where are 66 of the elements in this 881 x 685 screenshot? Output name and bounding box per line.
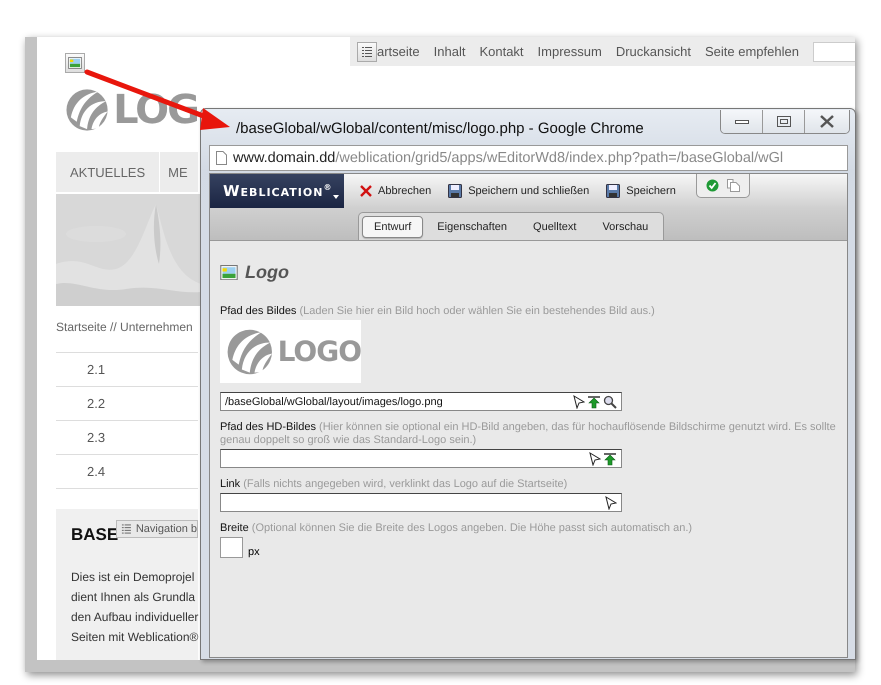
pointer-icon[interactable] <box>605 496 617 510</box>
path-field[interactable] <box>220 449 622 468</box>
tab[interactable]: Eigenschaften <box>425 216 520 238</box>
window-title: /baseGlobal/wGlobal/content/misc/logo.php - Google Chrome <box>236 120 644 136</box>
upload-icon[interactable] <box>587 394 601 408</box>
nav-link[interactable]: Druckansicht <box>616 44 691 59</box>
nav-link[interactable]: Seite empfehlen <box>704 44 799 59</box>
tab[interactable]: Entwurf <box>362 216 424 238</box>
close-icon <box>360 185 372 197</box>
logo-icon <box>226 328 274 376</box>
caret-icon <box>333 195 340 199</box>
minimize-icon <box>734 120 748 124</box>
pointer-icon[interactable] <box>573 394 585 408</box>
main-nav-item[interactable]: ME <box>168 152 188 192</box>
paragraph-line: dient Ihnen als Grundla <box>71 589 196 606</box>
close-icon <box>819 115 835 128</box>
width-field[interactable] <box>220 537 243 558</box>
save-button[interactable]: Speichern <box>606 184 676 198</box>
main-nav-item[interactable]: AKTUELLES <box>56 152 160 192</box>
box-heading: BASE <box>71 525 118 545</box>
maximize-icon <box>776 116 790 127</box>
cancel-button[interactable]: Abbrechen <box>360 185 432 197</box>
page-icon <box>216 151 227 165</box>
list-icon <box>121 523 132 535</box>
editor-heading: Logo <box>245 262 289 283</box>
nav-link[interactable]: artseite <box>377 44 420 59</box>
list-item[interactable]: 2.2 <box>56 396 106 411</box>
field-label: Breite (Optional können Sie die Breite des Logos angeben. Die Höhe passt sich automatisch an.) <box>220 522 694 535</box>
list-button[interactable] <box>357 42 377 62</box>
image-icon <box>68 57 82 69</box>
navigation-tooltip-button[interactable]: Navigation b <box>116 520 198 538</box>
url-text: www.domain.dd/weblication/grid5/apps/wEditorWd8/index.php?path=/baseGlobal/wGl <box>233 150 784 166</box>
unit-label: px <box>248 546 260 558</box>
brand-logo[interactable]: Weblication$^{®}$ <box>210 174 344 208</box>
check-icon[interactable] <box>706 179 719 192</box>
upload-icon[interactable] <box>603 452 617 466</box>
save-button[interactable]: Speichern und schließen <box>448 184 590 198</box>
search-field[interactable] <box>812 42 855 62</box>
paragraph-line: Seiten mit Weblication® <box>71 629 198 646</box>
maximize-button[interactable] <box>762 110 804 133</box>
image-edit-button[interactable] <box>65 53 85 73</box>
paragraph-line: Dies ist ein Demoprojel <box>71 569 196 586</box>
list-item[interactable]: 2.1 <box>56 362 106 377</box>
tab[interactable]: Quelltext <box>521 216 588 238</box>
nav-link[interactable]: Inhalt <box>434 44 466 59</box>
path-field[interactable] <box>220 493 622 512</box>
tab[interactable]: Vorschau <box>590 216 660 238</box>
pointer-icon[interactable] <box>589 452 601 466</box>
close-button[interactable] <box>804 110 849 133</box>
nav-link[interactable]: Kontakt <box>479 44 524 59</box>
path-field[interactable]: /baseGlobal/wGlobal/layout/images/logo.png <box>220 392 622 411</box>
logo-text: LOGO <box>278 335 361 368</box>
list-icon <box>361 46 373 58</box>
address-bar[interactable]: www.domain.dd/weblication/grid5/apps/wEditorWd8/index.php?path=/baseGlobal/wGl <box>209 145 848 171</box>
search-icon[interactable] <box>603 394 617 408</box>
list-item[interactable]: 2.3 <box>56 430 106 445</box>
breadcrumb: Startseite // Unternehmen <box>56 320 194 334</box>
field-label: Pfad des Bildes (Laden Sie hier ein Bild hoch oder wählen Sie ein bestehendes Bild aus.) <box>220 305 656 318</box>
minimize-button[interactable] <box>721 110 762 133</box>
field-label: Pfad des HD-Bildes (Hier können sie optional ein HD-Bild angeben, das für hochauflösende Bildschirme genutzt wird. Es sollte genau doppelt so groß wie das Standard-Logo sein.) <box>220 421 837 447</box>
pages-icon[interactable] <box>726 179 740 192</box>
field-label: Link (Falls nichts angegeben wird, verklinkt das Logo auf die Startseite) <box>220 478 568 491</box>
image-icon <box>220 264 238 280</box>
paragraph-line: den Aufbau individueller <box>71 609 198 626</box>
list-item[interactable]: 2.4 <box>56 464 106 479</box>
nav-link[interactable]: Impressum <box>538 44 602 59</box>
